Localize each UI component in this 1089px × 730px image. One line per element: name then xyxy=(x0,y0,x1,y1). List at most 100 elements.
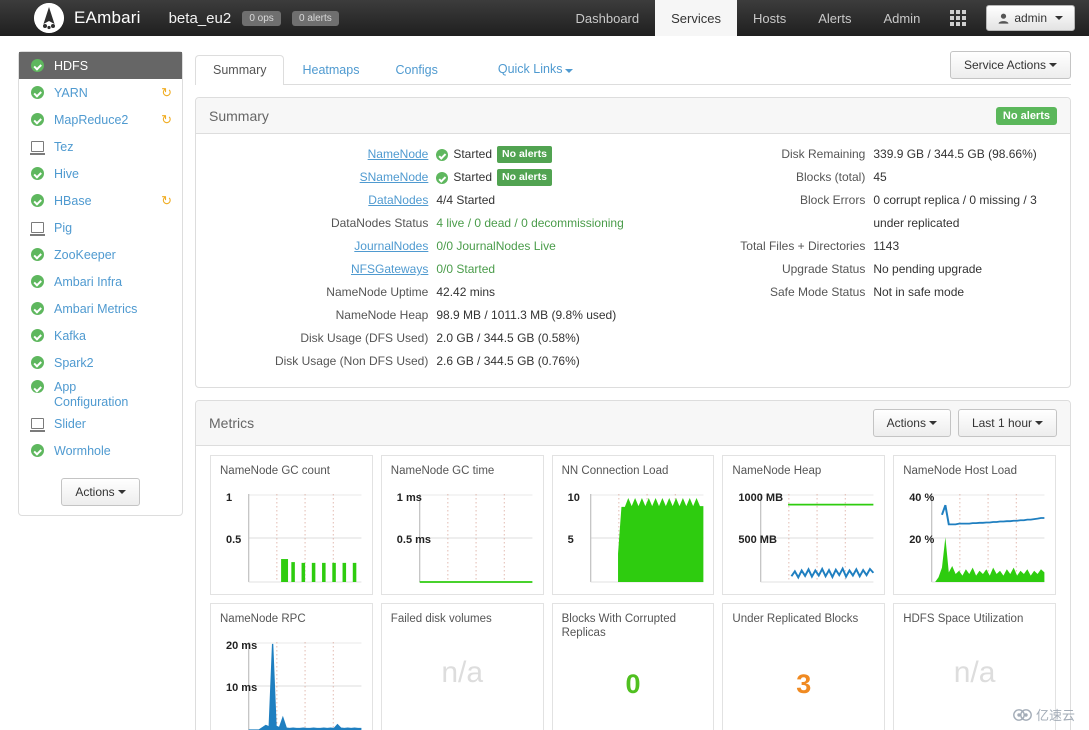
summary-link-datanodes[interactable]: DataNodes xyxy=(196,189,436,212)
chevron-down-icon xyxy=(1055,16,1063,20)
quick-links-dropdown[interactable]: Quick Links xyxy=(498,62,574,84)
ambari-logo-icon xyxy=(34,3,64,33)
metric-widget-namenode-rpc[interactable]: NameNode RPC 20 ms 10 ms xyxy=(210,603,373,730)
status-ok-icon xyxy=(31,85,45,100)
metrics-controls: Actions Last 1 hour xyxy=(872,409,1057,437)
metric-widget-under-replicated-blocks[interactable]: Under Replicated Blocks 3 xyxy=(722,603,886,730)
metric-chart: 1 0.5 xyxy=(220,488,366,588)
metric-widget-namenode-gc-count[interactable]: NameNode GC count 1 0.5 xyxy=(210,455,373,595)
sidebar-item-ambari-infra[interactable]: Ambari Infra xyxy=(19,268,182,295)
summary-row: NFSGateways 0/0 Started xyxy=(196,258,633,281)
sidebar-item-hbase[interactable]: HBase ↻ xyxy=(19,187,182,214)
sidebar-item-label: HDFS xyxy=(54,58,89,73)
metric-axis-tick: 5 xyxy=(567,534,574,546)
primary-nav: Dashboard Services Hosts Alerts Admin ad… xyxy=(560,0,1089,36)
metrics-actions-button[interactable]: Actions xyxy=(872,409,951,437)
brand-name[interactable]: EAmbari xyxy=(74,8,141,28)
summary-value-text: 0/0 Started xyxy=(436,262,496,276)
sidebar-item-kafka[interactable]: Kafka xyxy=(19,322,182,349)
status-ok-icon xyxy=(436,148,449,161)
sidebar-item-ambari-metrics[interactable]: Ambari Metrics xyxy=(19,295,182,322)
nav-item-services[interactable]: Services xyxy=(655,0,737,36)
metric-widget-namenode-gc-time[interactable]: NameNode GC time 1 ms 0.5 ms xyxy=(380,455,544,595)
alerts-badge[interactable]: 0 alerts xyxy=(291,10,339,26)
metric-axis-tick: 10 xyxy=(567,492,580,504)
status-ok-icon xyxy=(436,171,449,184)
summary-link-snamenode[interactable]: SNameNode xyxy=(196,166,436,189)
status-ok-icon xyxy=(31,443,45,458)
summary-body: NameNode Started No alerts SNameNode Started… xyxy=(196,134,1070,387)
cloud-icon xyxy=(1013,708,1032,721)
nav-item-admin[interactable]: Admin xyxy=(867,0,936,36)
metrics-timerange-button[interactable]: Last 1 hour xyxy=(957,409,1057,437)
sidebar-item-label: Kafka xyxy=(54,328,86,343)
sidebar-item-label: HBase xyxy=(54,193,92,208)
tab-heatmaps[interactable]: Heatmaps xyxy=(284,55,377,85)
cluster-name[interactable]: beta_eu2 0 ops 0 alerts xyxy=(169,10,339,27)
summary-row: Blocks (total) 45 xyxy=(633,166,1070,189)
summary-value-text: 98.9 MB / 1011.3 MB (9.8% used) xyxy=(436,308,617,322)
metric-widget-title: NameNode Heap xyxy=(732,465,822,477)
nav-item-alerts[interactable]: Alerts xyxy=(802,0,867,36)
service-actions-label: Service Actions xyxy=(963,58,1046,72)
service-actions-wrap: Service Actions xyxy=(949,51,1071,84)
sidebar-item-app-configuration[interactable]: App Configuration xyxy=(19,376,182,410)
summary-link-nfsgateways[interactable]: NFSGateways xyxy=(196,258,436,281)
sidebar-item-pig[interactable]: Pig xyxy=(19,214,182,241)
sidebar-item-hive[interactable]: Hive xyxy=(19,160,182,187)
metric-widget-namenode-heap[interactable]: NameNode Heap 1000 MB 500 MB xyxy=(722,455,886,595)
summary-link-journalnodes[interactable]: JournalNodes xyxy=(196,235,436,258)
summary-value: No pending upgrade xyxy=(873,262,983,276)
summary-value-text: 2.0 GB / 344.5 GB (0.58%) xyxy=(436,331,580,345)
sidebar-item-label: Pig xyxy=(54,220,73,235)
sidebar-item-hdfs[interactable]: HDFS xyxy=(19,52,182,79)
status-ok-icon xyxy=(31,166,45,181)
summary-label: DataNodes Status xyxy=(330,216,429,230)
summary-link-namenode[interactable]: NameNode xyxy=(196,143,436,166)
sidebar-item-yarn[interactable]: YARN ↻ xyxy=(19,79,182,106)
summary-alerts-badge[interactable]: No alerts xyxy=(995,106,1057,125)
user-menu-button[interactable]: admin xyxy=(986,5,1075,31)
metric-widget-nn-connection-load[interactable]: NN Connection Load 10 5 xyxy=(551,455,715,595)
no-alerts-badge[interactable]: No alerts xyxy=(497,146,552,163)
summary-row: Safe Mode Status Not in safe mode xyxy=(633,281,1070,304)
service-actions-button[interactable]: Service Actions xyxy=(949,51,1071,79)
metric-widget-blocks-with-corrupted-replicas[interactable]: Blocks With Corrupted Replicas 0 xyxy=(551,603,715,730)
restart-required-icon[interactable]: ↻ xyxy=(155,194,172,207)
apps-grid-icon[interactable] xyxy=(936,0,980,36)
sidebar-item-mapreduce2[interactable]: MapReduce2 ↻ xyxy=(19,106,182,133)
sidebar-item-tez[interactable]: Tez xyxy=(19,133,182,160)
summary-value: 2.6 GB / 344.5 GB (0.76%) xyxy=(436,350,633,373)
top-navigation-bar: EAmbari beta_eu2 0 ops 0 alerts Dashboar… xyxy=(0,0,1089,36)
metric-widget-failed-disk-volumes[interactable]: Failed disk volumes n/a xyxy=(380,603,544,730)
ops-badge[interactable]: 0 ops xyxy=(242,10,281,26)
sidebar-item-label: Spark2 xyxy=(54,355,94,370)
sidebar-item-slider[interactable]: Slider xyxy=(19,410,182,437)
sidebar-item-zookeeper[interactable]: ZooKeeper xyxy=(19,241,182,268)
metrics-actions-label: Actions xyxy=(886,416,926,430)
summary-row: Block Errors 0 corrupt replica / 0 missin… xyxy=(633,189,1070,235)
nav-item-hosts[interactable]: Hosts xyxy=(737,0,802,36)
restart-required-icon[interactable]: ↻ xyxy=(155,113,172,126)
sidebar-actions-button[interactable]: Actions xyxy=(61,478,140,506)
metric-axis-tick: 20 % xyxy=(909,534,935,546)
watermark-text: 亿速云 xyxy=(1035,708,1075,723)
chevron-down-icon xyxy=(928,421,937,425)
metric-widget-title: NN Connection Load xyxy=(561,465,669,477)
nav-item-dashboard[interactable]: Dashboard xyxy=(560,0,656,36)
summary-row: NameNode Uptime 42.42 mins xyxy=(196,281,633,304)
restart-required-icon[interactable]: ↻ xyxy=(155,86,172,99)
summary-row: Disk Remaining 339.9 GB / 344.5 GB (98.66… xyxy=(633,143,1070,166)
tab-summary[interactable]: Summary xyxy=(195,55,285,85)
services-sidebar: HDFS YARN ↻ MapReduce2 ↻ Tez Hive HBase ↻ Pig ZooK… xyxy=(18,51,183,516)
summary-value: Started No alerts xyxy=(436,166,633,189)
sidebar-item-spark2[interactable]: Spark2 xyxy=(19,349,182,376)
metric-no-data: n/a xyxy=(441,656,484,689)
sidebar-item-wormhole[interactable]: Wormhole xyxy=(19,437,182,464)
summary-value: 0 corrupt replica / 0 missing / 3 under … xyxy=(873,193,1037,230)
tab-configs[interactable]: Configs xyxy=(377,55,455,85)
no-alerts-badge[interactable]: No alerts xyxy=(497,169,552,186)
metric-widget-namenode-host-load[interactable]: NameNode Host Load 40 % 20 % xyxy=(893,455,1056,595)
status-ok-icon xyxy=(31,301,45,316)
quick-links-label: Quick Links xyxy=(497,62,563,76)
